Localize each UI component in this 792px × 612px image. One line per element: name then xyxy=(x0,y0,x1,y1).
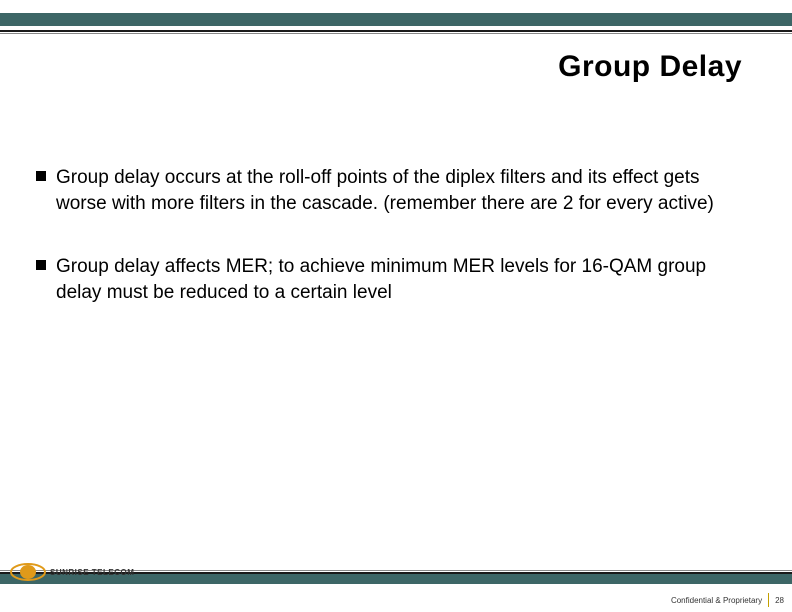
content-area: Group delay occurs at the roll-off point… xyxy=(36,165,742,344)
bullet-text: Group delay occurs at the roll-off point… xyxy=(56,165,742,216)
top-rule-light xyxy=(0,33,792,34)
confidential-label: Confidential & Proprietary xyxy=(671,596,762,605)
top-green-bar xyxy=(0,13,792,26)
brand-name: SUNRISE TELECOM xyxy=(50,568,134,577)
slide: Group Delay Group delay occurs at the ro… xyxy=(0,0,792,612)
bullet-text: Group delay affects MER; to achieve mini… xyxy=(56,254,742,305)
top-rule-dark xyxy=(0,30,792,32)
sunrise-logo-icon xyxy=(10,562,46,582)
list-item: Group delay occurs at the roll-off point… xyxy=(36,165,742,216)
brand-logo: SUNRISE TELECOM xyxy=(10,562,134,582)
list-item: Group delay affects MER; to achieve mini… xyxy=(36,254,742,305)
bullet-marker-icon xyxy=(36,171,46,181)
footer-divider xyxy=(768,593,769,607)
page-title: Group Delay xyxy=(558,50,742,84)
bullet-marker-icon xyxy=(36,260,46,270)
page-number: 28 xyxy=(775,596,784,605)
footer-right: Confidential & Proprietary 28 xyxy=(671,593,784,607)
